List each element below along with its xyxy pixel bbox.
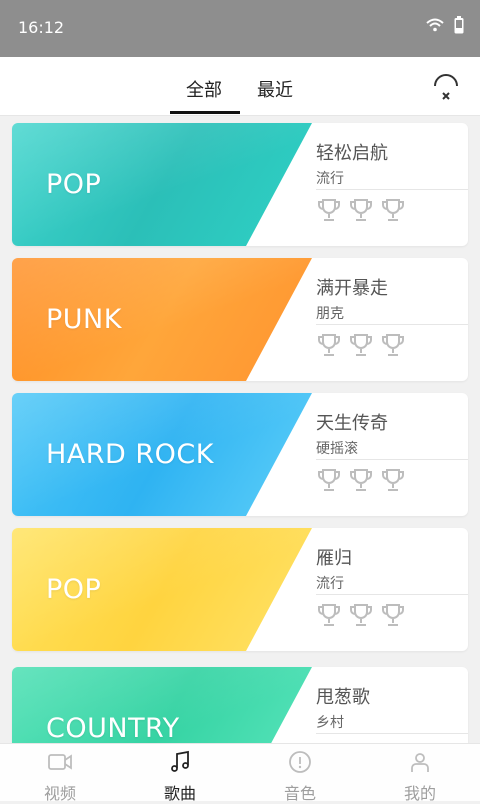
song-card[interactable]: HARD ROCK 天生传奇 硬摇滚 [12, 393, 468, 516]
nav-label: 我的 [403, 784, 436, 803]
trophy-row [316, 602, 406, 628]
song-title: 甩葱歌 [316, 687, 370, 708]
song-category: 硬摇滚 [316, 441, 358, 457]
song-category: 流行 [316, 171, 344, 187]
song-cover: COUNTRY [12, 667, 312, 743]
song-cover: POP [12, 123, 312, 246]
song-meta: 天生传奇 硬摇滚 [316, 393, 468, 516]
divider [316, 733, 468, 734]
trophy-row [316, 332, 406, 358]
trophy-icon [350, 199, 372, 221]
song-title: 天生传奇 [316, 413, 388, 434]
divider [316, 189, 468, 190]
top-tab-bar: 全部 最近 [0, 57, 480, 116]
tab-recent[interactable]: 最近 [257, 76, 293, 102]
divider [316, 324, 468, 325]
wifi-icon [426, 18, 444, 32]
song-cover: POP [12, 528, 312, 651]
trophy-icon [350, 604, 372, 626]
song-meta: 雁归 流行 [316, 528, 468, 651]
nav-tone[interactable]: 音色 [270, 750, 330, 804]
song-category: 流行 [316, 576, 344, 592]
nav-me[interactable]: 我的 [390, 750, 450, 804]
nav-label: 音色 [283, 784, 316, 803]
song-category: 乡村 [316, 715, 344, 731]
genre-art-label: POP [46, 169, 102, 200]
trophy-icon [382, 334, 404, 356]
trophy-row [316, 467, 406, 493]
song-meta: 轻松启航 流行 [316, 123, 468, 246]
trophy-row [316, 197, 406, 223]
bottom-nav: 视频 歌曲 音色 我的 [0, 743, 480, 804]
genre-art-label: COUNTRY [46, 713, 180, 743]
trophy-icon [318, 334, 340, 356]
nav-video[interactable]: 视频 [30, 750, 90, 804]
song-title: 轻松启航 [316, 143, 388, 164]
trophy-icon [350, 469, 372, 491]
divider [316, 594, 468, 595]
divider [316, 459, 468, 460]
song-card[interactable]: COUNTRY 甩葱歌 乡村 [12, 667, 468, 743]
active-tab-indicator [170, 111, 240, 114]
genre-art-label: HARD ROCK [46, 439, 214, 470]
song-meta: 满开暴走 朋克 [316, 258, 468, 381]
trophy-icon [382, 199, 404, 221]
status-time: 16:12 [18, 18, 65, 37]
sync-icon[interactable] [432, 72, 460, 100]
trophy-icon [318, 604, 340, 626]
trophy-icon [318, 199, 340, 221]
song-meta: 甩葱歌 乡村 [316, 667, 468, 743]
song-card[interactable]: POP 雁归 流行 [12, 528, 468, 651]
battery-icon [454, 16, 464, 34]
song-card[interactable]: PUNK 满开暴走 朋克 [12, 258, 468, 381]
song-title: 雁归 [316, 548, 352, 569]
song-title: 满开暴走 [316, 278, 388, 299]
trophy-icon [350, 334, 372, 356]
status-bar: 16:12 [0, 0, 480, 57]
user-icon [411, 753, 429, 772]
video-icon [48, 754, 72, 770]
song-list: POP 轻松启航 流行 PUNK 满开暴走 朋克 HARD ROCK 天生传奇 … [0, 115, 480, 743]
song-card[interactable]: POP 轻松启航 流行 [12, 123, 468, 246]
status-icons [426, 16, 464, 34]
trophy-icon [382, 604, 404, 626]
song-category: 朋克 [316, 306, 344, 322]
nav-label: 歌曲 [163, 784, 196, 803]
music-note-icon [171, 750, 189, 772]
nav-label: 视频 [43, 784, 76, 803]
tab-all[interactable]: 全部 [186, 76, 222, 102]
trophy-icon [382, 469, 404, 491]
genre-art-label: POP [46, 574, 102, 605]
genre-art-label: PUNK [46, 304, 122, 335]
trophy-icon [318, 469, 340, 491]
pick-icon [289, 751, 311, 773]
nav-songs[interactable]: 歌曲 [150, 750, 210, 804]
song-cover: HARD ROCK [12, 393, 312, 516]
song-cover: PUNK [12, 258, 312, 381]
